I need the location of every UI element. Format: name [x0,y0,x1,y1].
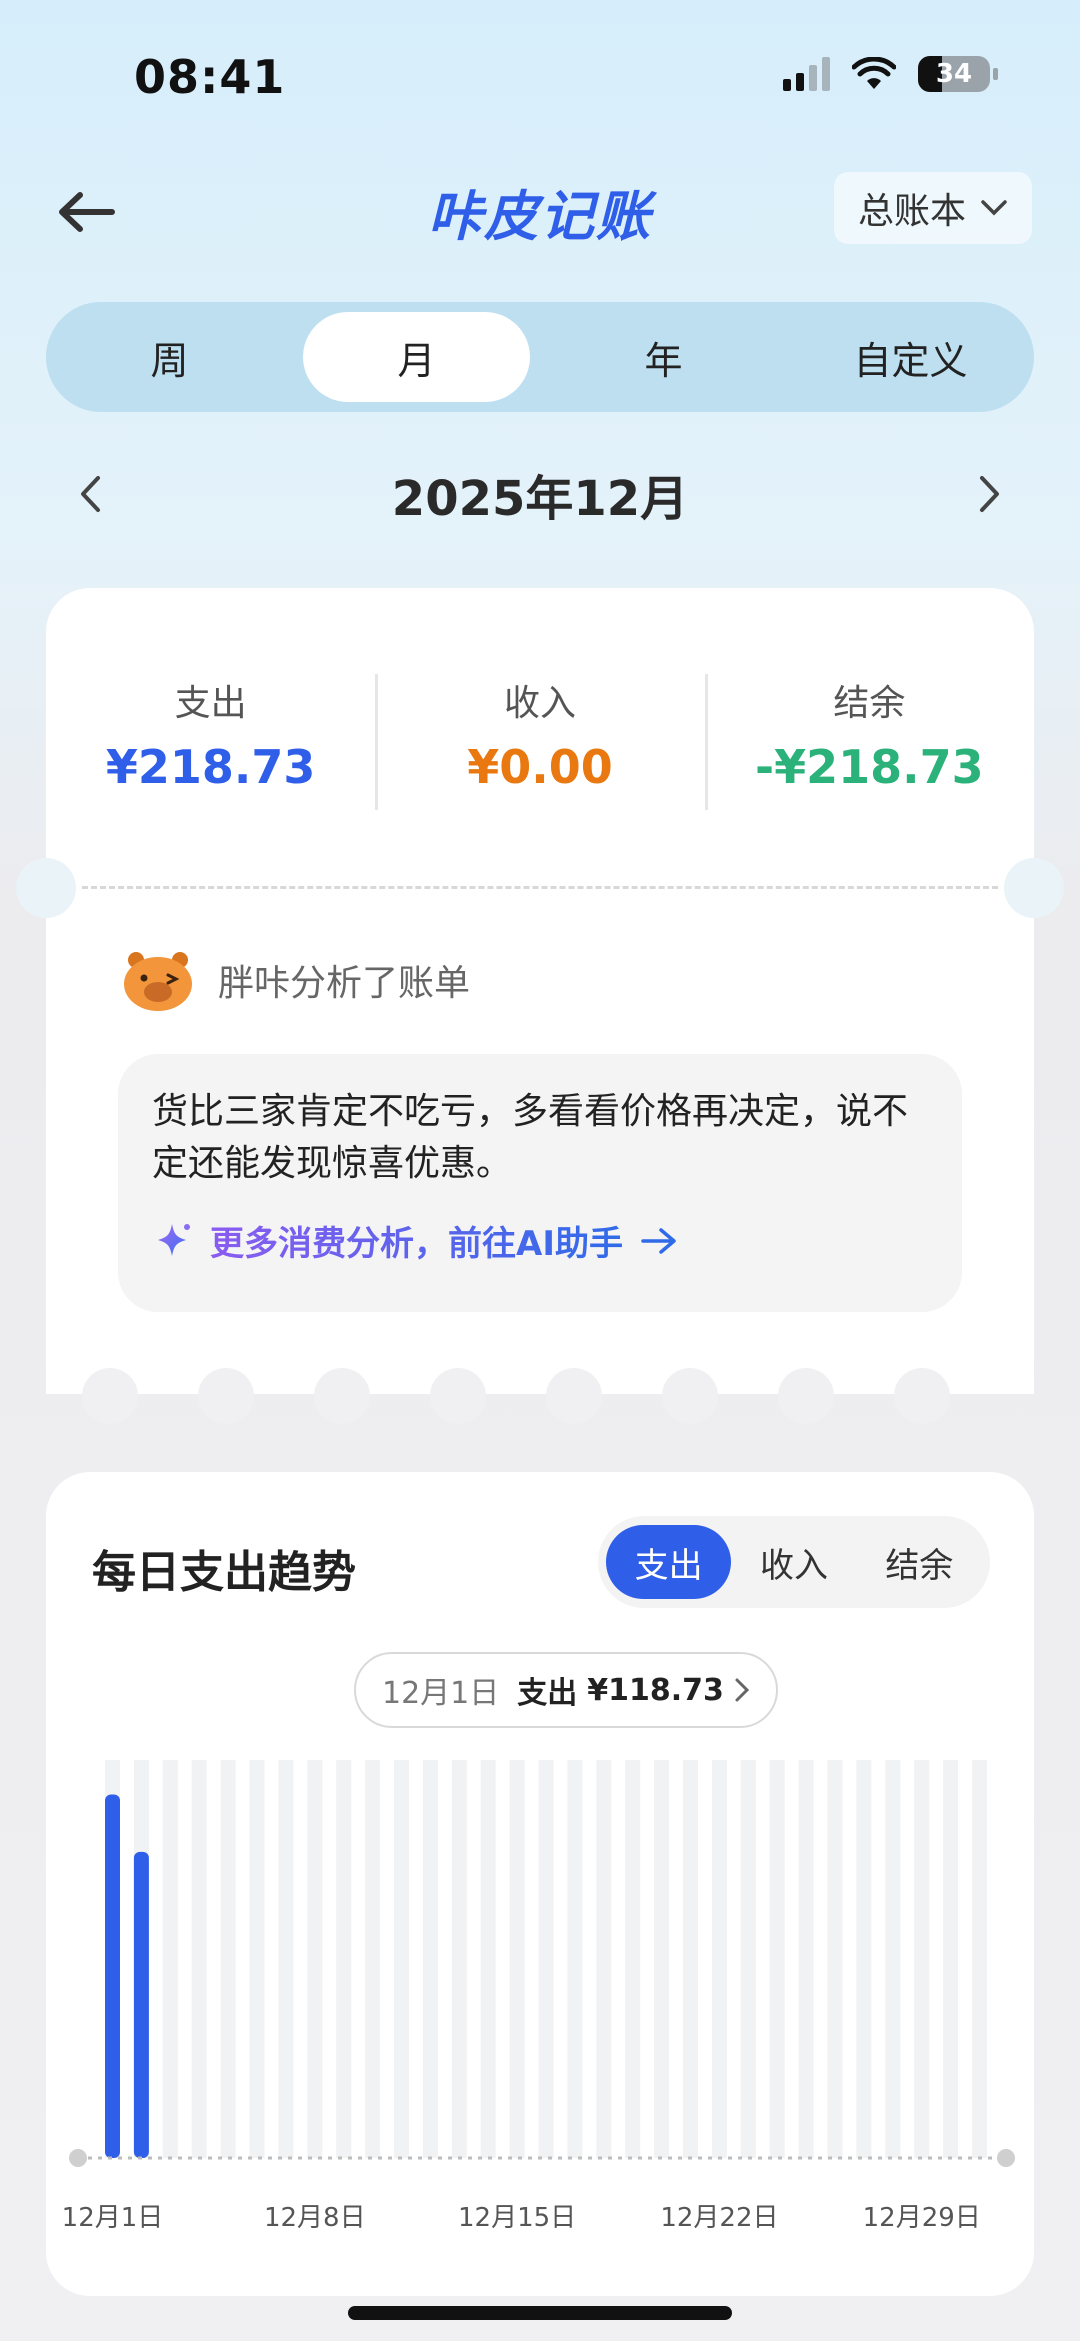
ticket-scallop-edge [46,1364,1034,1424]
month-navigator: 2025年12月 [60,456,1020,532]
trend-title: 每日支出趋势 [92,1547,356,1598]
ticket-notch [1004,858,1064,918]
bar-track[interactable] [740,1760,756,2158]
chevron-right-icon [980,476,999,512]
bar-track[interactable] [278,1760,294,2158]
analysis-title: 胖咔分析了账单 [218,963,471,1004]
home-indicator [348,2306,732,2320]
ledger-label: 总账本 [857,191,966,232]
ledger-selector[interactable]: 总账本 [833,172,1032,244]
status-time: 08:41 [134,50,286,104]
bar-track[interactable] [451,1760,467,2158]
ai-link-label: 更多消费分析，前往AI助手 [210,1216,623,1265]
bar[interactable] [105,1794,120,2158]
ticket-notch [16,858,76,918]
balance-value: -¥218.73 [755,740,984,794]
bar-track[interactable] [394,1760,409,2158]
trend-card: 12月1日 12月8日 12月15日 12月22日 12月29日 每日支出趋势 支出 收… [46,1472,1034,2296]
bar-track[interactable] [972,1760,987,2158]
balance-label: 结余 [833,683,906,724]
tab-week[interactable]: 周 [56,312,283,402]
tooltip-amount: ¥118.73 [587,1672,724,1708]
chevron-left-icon [81,476,100,512]
period-tabs: 周 月 年 自定义 [46,302,1034,412]
bar-track[interactable] [769,1760,785,2158]
expense-label: 支出 [174,683,247,724]
stat-expense[interactable]: 支出 ¥218.73 [46,674,375,794]
bar-track[interactable] [827,1760,843,2158]
chart-tooltip[interactable]: 12月1日 支出 ¥118.73 [354,1652,778,1728]
tooltip-date: 12月1日 [382,1676,500,1711]
bar-track[interactable] [509,1760,525,2158]
baseline-end-dot [997,2149,1015,2167]
bar-track[interactable] [191,1760,207,2158]
income-value: ¥0.00 [467,740,613,794]
toggle-balance[interactable]: 结余 [857,1525,982,1599]
battery-icon: 34 [918,56,998,92]
tab-month[interactable]: 月 [303,312,530,402]
bar-track[interactable] [422,1760,438,2158]
battery-level: 34 [935,59,973,89]
bar-track[interactable] [885,1760,901,2158]
analysis-text: 货比三家肯定不吃亏，多看看价格再决定，说不定还能发现惊喜优惠。 [152,1091,909,1184]
bar[interactable] [133,1851,149,2158]
x-tick-label: 12月8日 [264,2203,366,2233]
bar-track[interactable] [249,1760,265,2158]
app-title: 咔皮记账 [428,185,652,248]
ai-assistant-link[interactable]: 更多消费分析，前往AI助手 [152,1216,928,1265]
bar-track[interactable] [914,1760,930,2158]
summary-stats: 支出 ¥218.73 收入 ¥0.00 结余 -¥218.73 [46,674,1034,810]
bar-track[interactable] [856,1760,872,2158]
analysis-header: 胖咔分析了账单 [122,948,470,1012]
x-tick-label: 12月15日 [458,2203,576,2233]
summary-card: 支出 ¥218.73 收入 ¥0.00 结余 -¥218.73 胖咔分析了账单 … [16,588,1064,1424]
x-tick-label: 12月22日 [660,2203,778,2233]
dashed-divider [82,886,998,889]
stat-balance[interactable]: 结余 -¥218.73 [704,674,1034,810]
arrow-right-icon [641,1227,676,1254]
prev-month-button[interactable] [60,464,120,524]
cellular-signal-icon [783,57,830,91]
income-label: 收入 [503,683,576,724]
bar-track[interactable] [336,1760,352,2158]
bar-track[interactable] [162,1760,178,2158]
bar-track[interactable] [943,1760,959,2158]
toggle-expense[interactable]: 支出 [606,1525,732,1599]
tooltip-type: 支出 [517,1676,578,1711]
toggle-income[interactable]: 收入 [731,1525,856,1599]
tab-year[interactable]: 年 [550,312,777,402]
bar-track[interactable] [711,1760,727,2158]
stat-income[interactable]: 收入 ¥0.00 [375,674,704,810]
next-month-button[interactable] [960,464,1020,524]
x-tick-label: 12月29日 [863,2203,981,2233]
trend-type-toggle: 支出 收入 结余 [598,1516,990,1608]
bar-track[interactable] [625,1760,641,2158]
chevron-down-icon [981,200,1007,216]
bar-track[interactable] [567,1760,583,2158]
bar-track[interactable] [365,1760,381,2158]
x-tick-label: 12月1日 [62,2203,164,2233]
baseline-end-dot [69,2149,87,2167]
bar-track[interactable] [480,1760,496,2158]
bar-track[interactable] [596,1760,612,2158]
sparkle-icon [158,1223,190,1256]
status-icons: 34 [783,56,998,92]
bar-track[interactable] [538,1760,554,2158]
tab-custom[interactable]: 自定义 [797,312,1024,402]
wifi-icon [852,57,896,89]
bar-track[interactable] [683,1760,698,2158]
month-label[interactable]: 2025年12月 [392,459,688,529]
chevron-right-icon [735,1678,750,1702]
bar-track[interactable] [654,1760,670,2158]
expense-value: ¥218.73 [105,740,316,794]
bar-track[interactable] [307,1760,323,2158]
bar-track[interactable] [798,1760,814,2158]
bar-track[interactable] [220,1760,236,2158]
capybara-avatar-icon [124,952,192,1011]
analysis-bubble: 货比三家肯定不吃亏，多看看价格再决定，说不定还能发现惊喜优惠。 更多消费分析，前… [118,1054,962,1312]
